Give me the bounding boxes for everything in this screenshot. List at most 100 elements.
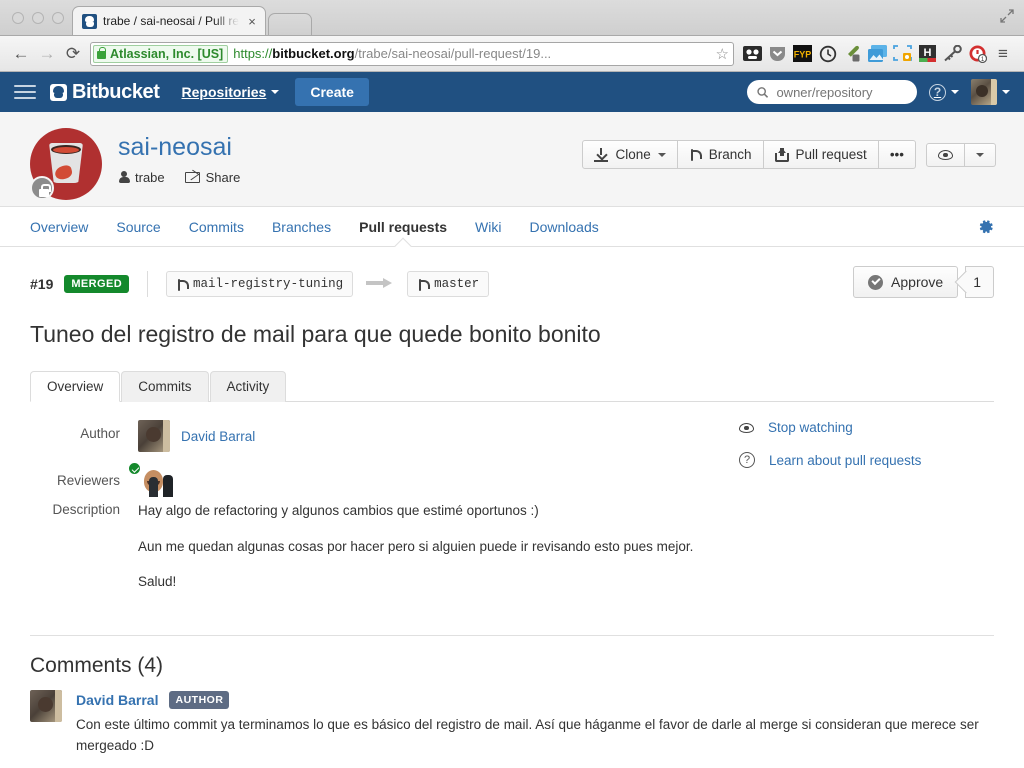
repo-nav-overview[interactable]: Overview	[30, 208, 88, 246]
forward-button[interactable]: →	[34, 41, 60, 67]
reviewers-label: Reviewers	[56, 473, 120, 488]
bookmark-star-icon[interactable]: ☆	[716, 45, 729, 63]
search-icon	[757, 86, 769, 98]
close-tab-icon[interactable]: ×	[245, 15, 259, 28]
watch-button[interactable]	[926, 142, 965, 167]
repository-actions: Clone Branch Pull request •••	[582, 140, 996, 169]
screenshot-extension-icon[interactable]	[865, 41, 890, 67]
branch-button[interactable]: Branch	[677, 140, 764, 169]
share-label: Share	[205, 169, 241, 185]
tab-activity[interactable]: Activity	[209, 371, 287, 402]
minimize-window-button[interactable]	[32, 12, 44, 24]
reload-button[interactable]: ⟳	[60, 41, 86, 67]
destination-branch-chip[interactable]: master	[407, 271, 490, 297]
repository-owner[interactable]: trabe	[118, 170, 165, 185]
check-circle-icon	[868, 274, 884, 290]
repo-nav-commits[interactable]: Commits	[189, 208, 244, 246]
capture-region-extension-icon[interactable]	[890, 41, 915, 67]
repository-nav: Overview Source Commits Branches Pull re…	[0, 207, 1024, 247]
pull-request-body: Author David Barral Reviewers Descriptio…	[30, 420, 994, 605]
download-icon	[594, 147, 609, 162]
create-button[interactable]: Create	[295, 78, 369, 106]
new-tab-button[interactable]	[268, 13, 313, 35]
pull-request-tabs: Overview Commits Activity	[30, 370, 994, 402]
fullscreen-icon[interactable]	[1000, 9, 1014, 23]
source-branch-chip[interactable]: mail-registry-tuning	[166, 271, 354, 297]
search-box[interactable]	[747, 80, 917, 104]
chevron-down-icon	[976, 152, 984, 157]
create-pull-request-button[interactable]: Pull request	[763, 140, 879, 169]
h-extension-icon[interactable]: H	[915, 41, 940, 67]
page-title: Tuneo del registro de mail para que qued…	[30, 321, 601, 347]
branch-icon	[689, 148, 702, 162]
fyp-extension-icon[interactable]: FYP	[790, 41, 815, 67]
tab-commits[interactable]: Commits	[121, 371, 209, 402]
learn-label: Learn about pull requests	[769, 452, 922, 468]
bitbucket-logo[interactable]: Bitbucket	[50, 81, 160, 104]
more-actions-button[interactable]: •••	[878, 140, 916, 169]
approve-count: 1	[973, 274, 981, 290]
share-link[interactable]: Share	[184, 169, 241, 185]
comment-body: David Barral AUTHOR Con este último comm…	[76, 690, 994, 767]
close-window-button[interactable]	[12, 12, 24, 24]
window-traffic-lights[interactable]	[12, 12, 64, 24]
back-button[interactable]: ←	[8, 41, 34, 67]
description-paragraph: Hay algo de refactoring y algunos cambio…	[138, 503, 539, 518]
avatar	[971, 79, 997, 105]
profile-menu[interactable]	[971, 79, 1010, 105]
svg-text:FYP: FYP	[794, 50, 812, 60]
question-icon: ?	[739, 452, 755, 468]
branch-label: Branch	[708, 147, 752, 162]
browser-menu-button[interactable]: ≡	[990, 41, 1016, 67]
chevron-down-icon	[1002, 90, 1010, 94]
address-bar[interactable]: Atlassian, Inc. [US] https://bitbucket.o…	[90, 41, 734, 66]
learn-about-pull-requests-link[interactable]: ? Learn about pull requests	[739, 452, 994, 468]
repo-nav-branches[interactable]: Branches	[272, 208, 331, 246]
adblock-extension-icon[interactable]: 1	[965, 41, 990, 67]
source-branch-label: mail-registry-tuning	[193, 277, 344, 291]
search-input[interactable]	[774, 83, 907, 101]
shield-chevron-extension-icon[interactable]	[765, 41, 790, 67]
watch-dropdown-button[interactable]	[965, 142, 996, 167]
author-badge: AUTHOR	[169, 690, 230, 709]
author-name-link[interactable]: David Barral	[181, 429, 255, 444]
approve-count-badge[interactable]: 1	[965, 266, 994, 298]
browser-tab[interactable]: trabe / sai-neosai / Pull re ×	[72, 6, 267, 35]
repo-nav-wiki[interactable]: Wiki	[475, 208, 501, 246]
bitbucket-favicon-icon	[82, 13, 97, 29]
chevron-down-icon	[951, 90, 959, 94]
gear-icon[interactable]	[977, 218, 994, 235]
repository-name[interactable]: sai-neosai	[118, 133, 232, 161]
divider	[30, 634, 994, 636]
repo-nav-downloads[interactable]: Downloads	[529, 208, 598, 246]
eyedropper-extension-icon[interactable]	[840, 41, 865, 67]
key-extension-icon[interactable]	[940, 41, 965, 67]
status-badge: MERGED	[64, 275, 130, 293]
approve-button[interactable]: Approve	[853, 266, 959, 298]
repository-subtitle: trabe Share	[118, 170, 240, 185]
url-host: bitbucket.org	[272, 46, 355, 61]
comment-author-link[interactable]: David Barral	[76, 692, 158, 708]
approved-check-icon	[127, 461, 142, 476]
clone-button[interactable]: Clone	[582, 140, 678, 169]
bitbucket-mark-icon	[50, 83, 67, 101]
stop-watching-link[interactable]: Stop watching	[739, 420, 994, 435]
repo-nav-source[interactable]: Source	[116, 208, 160, 246]
zoom-window-button[interactable]	[52, 12, 64, 24]
browser-tab-strip: trabe / sai-neosai / Pull re ×	[0, 0, 1024, 36]
description-paragraph: Salud!	[138, 574, 177, 590]
repo-nav-pull-requests[interactable]: Pull requests	[359, 208, 447, 246]
private-lock-icon	[30, 176, 54, 200]
repositories-menu[interactable]: Repositories	[182, 84, 280, 100]
tab-overview[interactable]: Overview	[30, 371, 121, 402]
hamburger-icon[interactable]	[14, 81, 36, 103]
phone-extension-icon[interactable]	[740, 41, 765, 67]
clone-label: Clone	[615, 147, 651, 162]
repository-avatar-wrapper	[30, 128, 102, 200]
description-row: Description Hay algo de refactoring y al…	[30, 501, 729, 592]
approve-group: Approve 1	[853, 266, 994, 298]
repositories-menu-label: Repositories	[181, 84, 267, 100]
help-menu[interactable]: ?	[929, 83, 959, 101]
clock-extension-icon[interactable]	[815, 41, 840, 67]
url-scheme: https://	[233, 46, 273, 61]
